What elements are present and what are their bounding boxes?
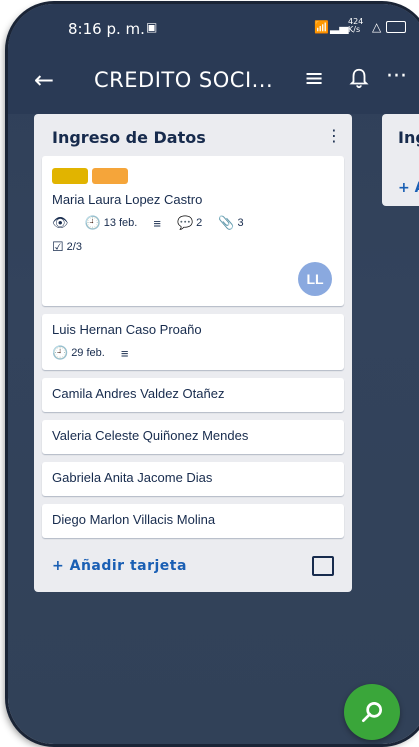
attachments-badge: 📎 3 (218, 215, 243, 231)
card-title: Maria Laura Lopez Castro (52, 192, 203, 207)
label-yellow (52, 168, 88, 184)
search-icon (361, 701, 383, 723)
vertical-dots-icon[interactable]: ⋮ (326, 126, 342, 145)
card-camila[interactable]: Camila Andres Valdez Otañez (42, 378, 344, 412)
comment-icon: 💬 (176, 215, 194, 230)
description-badge: ≡ (121, 346, 129, 361)
card-title: Gabriela Anita Jacome Dias (52, 470, 213, 485)
attachment-count: 3 (237, 217, 244, 229)
card-labels (52, 168, 334, 184)
card-maria[interactable]: Maria Laura Lopez Castro 👁 🕘 13 feb. ≡ 💬 2… (42, 156, 344, 306)
add-card-button[interactable]: + Añadir tarjeta (52, 558, 187, 574)
add-card-row: + Añadir tarjeta (34, 546, 352, 588)
app-bar: ← CREDITO SOCI... ≡ ··· (8, 52, 419, 114)
comments-badge: 💬 2 (177, 215, 202, 231)
card-luis[interactable]: Luis Hernan Caso Proaño 🕘 29 feb. ≡ (42, 314, 344, 370)
signal-icon: ▂▄ (330, 20, 349, 34)
due-date: 29 feb. (71, 347, 105, 359)
list-title: Ing (398, 128, 419, 147)
due-badge: 🕘 13 feb. (85, 215, 138, 231)
wifi-icon: 📶 (314, 20, 329, 34)
image-icon[interactable] (312, 556, 334, 576)
checklist-badge: ☑ 2/3 (52, 239, 82, 255)
eye-icon: 👁 (52, 215, 69, 230)
due-badge: 🕘 29 feb. (52, 345, 105, 361)
card-badges: 👁 🕘 13 feb. ≡ 💬 2 📎 3 (52, 215, 334, 231)
card-title: Diego Marlon Villacis Molina (52, 512, 216, 527)
battery-icon (386, 21, 406, 33)
card-title: Luis Hernan Caso Proaño (52, 322, 202, 337)
card-gabriela[interactable]: Gabriela Anita Jacome Dias (42, 462, 344, 496)
card-valeria[interactable]: Valeria Celeste Quiñonez Mendes (42, 420, 344, 454)
clock-icon: 🕘 (52, 345, 69, 360)
avatar[interactable]: LL (298, 262, 332, 296)
list-next: Ing + A (382, 114, 419, 206)
card-title: Valeria Celeste Quiñonez Mendes (52, 428, 249, 443)
card-badges-row2: ☑ 2/3 (52, 239, 334, 255)
description-badge: ≡ (153, 216, 161, 231)
status-time: 8:16 p. m. (68, 20, 145, 38)
card-badges: 🕘 29 feb. ≡ (52, 345, 334, 361)
alert-icon: △ (372, 20, 382, 34)
app-notification-icon: ▣ (146, 20, 158, 34)
network-speed: 424 K/s (348, 17, 364, 34)
list-title: Ingreso de Datos (52, 128, 206, 147)
card-diego[interactable]: Diego Marlon Villacis Molina (42, 504, 344, 538)
filter-icon[interactable]: ≡ (304, 64, 324, 92)
bell-icon[interactable] (348, 66, 370, 90)
more-icon[interactable]: ··· (386, 64, 407, 89)
due-date: 13 feb. (103, 217, 138, 229)
description-icon: ≡ (120, 345, 129, 361)
arrow-back-icon[interactable]: ← (34, 66, 54, 94)
description-icon: ≡ (153, 215, 161, 231)
card-title: Camila Andres Valdez Otañez (52, 386, 225, 401)
phone-screen: 8:16 p. m. ▣ 📶 ▂▄ 424 K/s △ ← CREDITO SO… (8, 4, 419, 744)
paperclip-icon: 📎 (218, 215, 235, 230)
checklist-count: 2/3 (66, 241, 82, 253)
clock-icon: 🕘 (84, 215, 101, 230)
comment-count: 2 (196, 217, 203, 229)
board-title: CREDITO SOCI... (94, 68, 274, 92)
list-ingreso-datos: Ingreso de Datos ⋮ Maria Laura Lopez Cas… (34, 114, 352, 592)
add-card-button[interactable]: + A (398, 180, 419, 196)
list-header: Ingreso de Datos ⋮ (34, 114, 352, 156)
watch-badge: 👁 (52, 215, 69, 231)
checkbox-icon: ☑ (52, 239, 64, 254)
status-bar: 8:16 p. m. ▣ 📶 ▂▄ 424 K/s △ (8, 4, 419, 52)
label-orange (92, 168, 128, 184)
search-fab[interactable] (344, 684, 400, 740)
